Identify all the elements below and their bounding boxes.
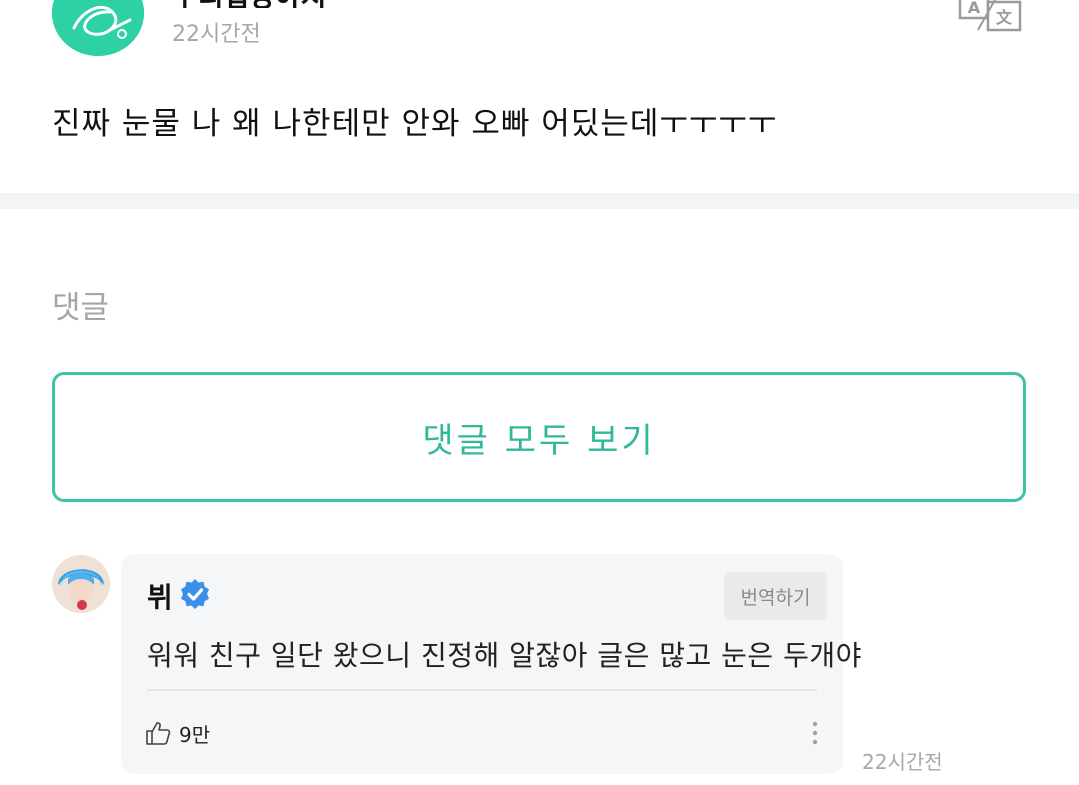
- avatar-photo-image: [52, 555, 110, 613]
- svg-text:A: A: [968, 0, 981, 17]
- more-options-button[interactable]: [805, 718, 825, 748]
- translate-button[interactable]: A 文: [954, 0, 1024, 34]
- comment-separator: [147, 689, 817, 691]
- post-body-text: 진짜 눈물 나 왜 나한테만 안와 오빠 어딨는데ㅜㅜㅜㅜ: [52, 106, 778, 142]
- avatar-logo-image: [52, 0, 144, 56]
- comments-heading: 댓글: [52, 290, 110, 326]
- post-timestamp: 22시간전: [172, 22, 261, 47]
- like-button[interactable]: 9만: [145, 716, 210, 750]
- section-divider: [0, 193, 1079, 209]
- comment-timestamp: 22시간전: [862, 750, 943, 774]
- comment-translate-button[interactable]: 번역하기: [724, 572, 827, 620]
- post-author-avatar[interactable]: [52, 0, 144, 56]
- like-count: 9만: [179, 722, 211, 747]
- translate-icon: A 文: [958, 0, 1022, 32]
- post-author-name[interactable]: 우리집강아지: [172, 0, 327, 8]
- comment-text: 워워 친구 일단 왔으니 진정해 알잖아 글은 많고 눈은 두개야: [147, 639, 862, 672]
- view-all-comments-button[interactable]: 댓글 모두 보기: [52, 372, 1026, 502]
- comment-author-avatar[interactable]: [52, 555, 110, 613]
- comment-author-name[interactable]: 뷔: [147, 576, 173, 616]
- verified-badge-icon: [179, 578, 211, 610]
- more-vertical-icon: [812, 721, 818, 745]
- comment-card: 뷔 번역하기 워워 친구 일단 왔으니 진정해 알잖아 글은 많고 눈은 두개야…: [121, 554, 861, 774]
- svg-text:文: 文: [996, 8, 1013, 27]
- thumbs-up-icon: [146, 722, 171, 745]
